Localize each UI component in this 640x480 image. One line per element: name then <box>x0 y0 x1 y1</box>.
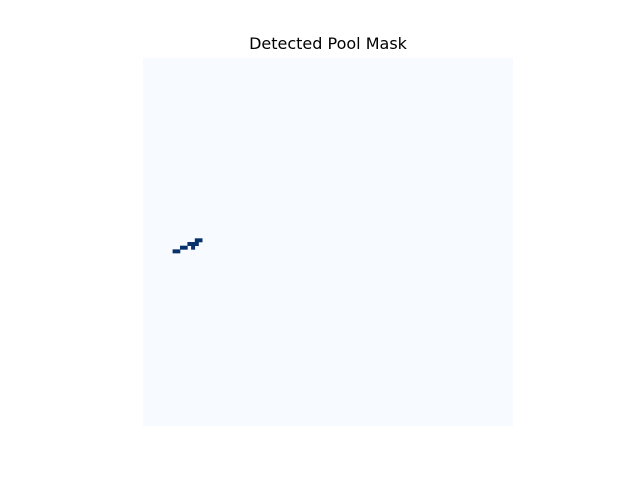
chart-title: Detected Pool Mask <box>249 34 408 53</box>
mask-pixel <box>176 249 181 254</box>
mask-pixel <box>191 245 196 250</box>
mask-pixel <box>172 249 177 254</box>
heatmap-plot-area <box>143 58 513 426</box>
mask-pixel <box>191 242 196 246</box>
mask-pixel <box>198 238 203 243</box>
mask-pixel <box>187 242 192 246</box>
chart-figure: Detected Pool Mask <box>0 0 640 480</box>
mask-pixel <box>183 245 188 250</box>
mask-pixel <box>180 245 184 250</box>
mask-pixel <box>194 242 199 246</box>
mask-pixel <box>194 238 199 243</box>
